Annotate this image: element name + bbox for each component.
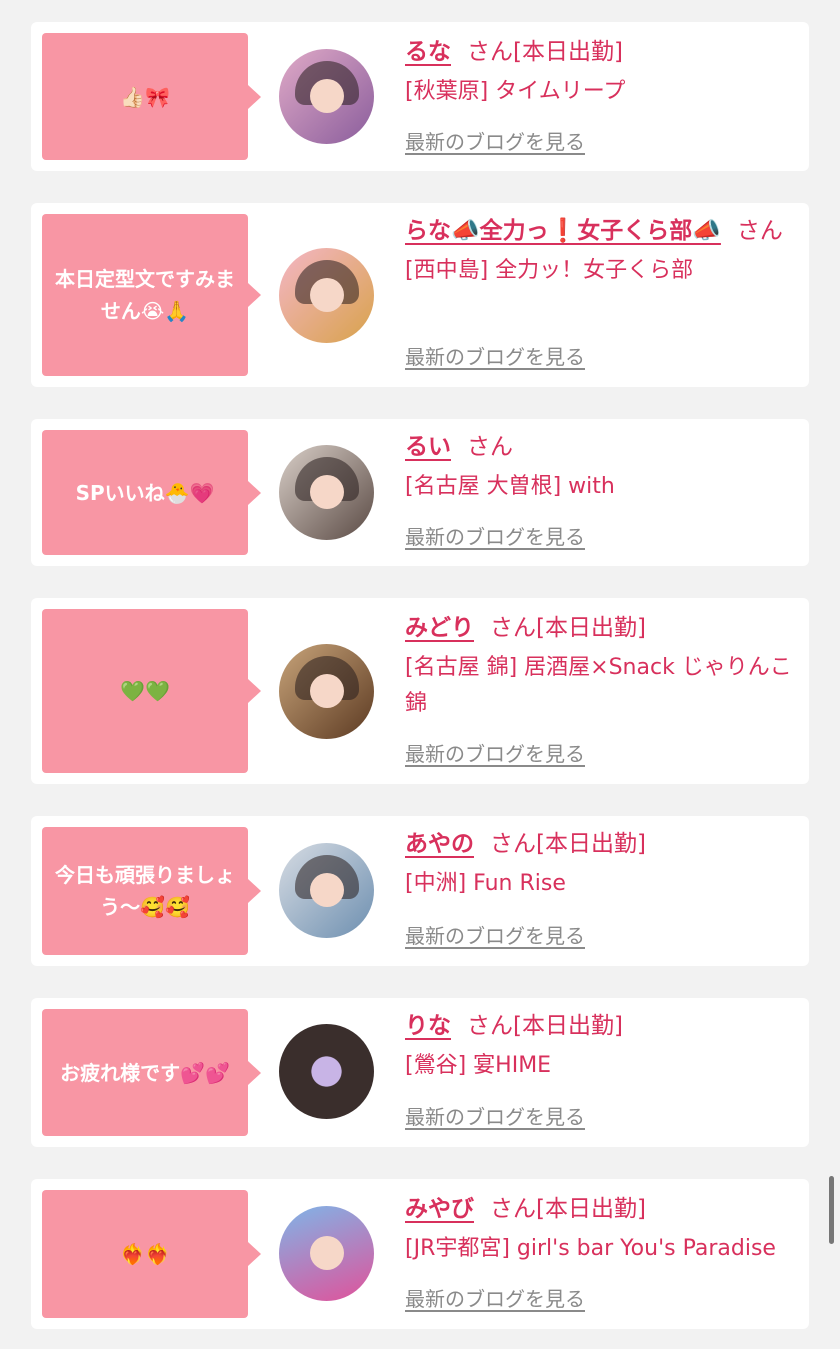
avatar[interactable] — [279, 1206, 374, 1301]
message-bubble: 今日も頑張りましょう〜🥰🥰 — [42, 827, 261, 955]
message-bubble: お疲れ様です💕💕 — [42, 1009, 261, 1136]
avatar[interactable] — [279, 843, 374, 938]
profile-name-link[interactable]: あやの — [405, 831, 474, 857]
latest-blog-link[interactable]: 最新のブログを見る — [405, 523, 585, 551]
honorific-status: さん — [736, 218, 783, 244]
post-card: 本日定型文ですみません😭🙏 らな📣全力っ❗️女子くら部📣 さん [西中島] 全力ッ… — [31, 203, 809, 387]
latest-blog-link[interactable]: 最新のブログを見る — [405, 922, 585, 950]
shop-label: [JR宇都宮] girl's bar You's Paradise — [405, 1236, 776, 1261]
latest-blog-link[interactable]: 最新のブログを見る — [405, 343, 585, 371]
shop-label: [中洲] Fun Rise — [405, 871, 566, 896]
avatar[interactable] — [279, 248, 374, 343]
post-card: 今日も頑張りましょう〜🥰🥰 あやの さん[本日出勤] [中洲] Fun Rise … — [31, 816, 809, 966]
post-card: ❤️‍🔥❤️‍🔥 みやび さん[本日出勤] [JR宇都宮] girl's bar … — [31, 1179, 809, 1329]
profile-name-link[interactable]: らな📣全力っ❗️女子くら部📣 — [405, 218, 721, 244]
profile-name-link[interactable]: みやび — [405, 1196, 474, 1222]
shop-label: [西中島] 全力ッ！女子くら部 — [405, 258, 694, 283]
profile-name-link[interactable]: るい — [405, 434, 451, 460]
avatar[interactable] — [279, 49, 374, 144]
message-bubble: 本日定型文ですみません😭🙏 — [42, 214, 261, 376]
latest-blog-link[interactable]: 最新のブログを見る — [405, 740, 585, 768]
avatar[interactable] — [279, 1024, 374, 1119]
avatar[interactable] — [279, 644, 374, 739]
message-bubble: SPいいね🐣💗 — [42, 430, 261, 555]
post-card: 👍🏻🎀 るな さん[本日出勤] [秋葉原] タイムリープ 最新のブログを見る — [31, 22, 809, 171]
shop-label: [鶯谷] 宴HIME — [405, 1053, 552, 1078]
honorific-status: さん[本日出勤] — [490, 831, 646, 857]
post-card: SPいいね🐣💗 るい さん [名古屋 大曽根] with 最新のブログを見る — [31, 419, 809, 566]
honorific-status: さん — [467, 434, 513, 460]
message-bubble: ❤️‍🔥❤️‍🔥 — [42, 1190, 261, 1318]
profile-name-link[interactable]: りな — [405, 1013, 451, 1039]
shop-label: [名古屋 大曽根] with — [405, 474, 615, 499]
avatar[interactable] — [279, 445, 374, 540]
scrollbar[interactable] — [829, 1176, 834, 1244]
latest-blog-link[interactable]: 最新のブログを見る — [405, 128, 585, 156]
latest-blog-link[interactable]: 最新のブログを見る — [405, 1103, 585, 1131]
latest-blog-link[interactable]: 最新のブログを見る — [405, 1285, 585, 1313]
shop-label: [秋葉原] タイムリープ — [405, 79, 626, 104]
post-card: 💚💚 みどり さん[本日出勤] [名古屋 錦] 居酒屋×Snack じゃりんこ錦 … — [31, 598, 809, 784]
post-card: お疲れ様です💕💕 りな さん[本日出勤] [鶯谷] 宴HIME 最新のブログを見る — [31, 998, 809, 1147]
honorific-status: さん[本日出勤] — [490, 615, 646, 641]
honorific-status: さん[本日出勤] — [467, 1013, 623, 1039]
shop-label: [名古屋 錦] 居酒屋×Snack じゃりんこ錦 — [405, 655, 792, 716]
message-bubble: 👍🏻🎀 — [42, 33, 261, 160]
message-bubble: 💚💚 — [42, 609, 261, 773]
profile-name-link[interactable]: るな — [405, 39, 451, 65]
honorific-status: さん[本日出勤] — [467, 39, 623, 65]
profile-name-link[interactable]: みどり — [405, 615, 474, 641]
honorific-status: さん[本日出勤] — [490, 1196, 646, 1222]
